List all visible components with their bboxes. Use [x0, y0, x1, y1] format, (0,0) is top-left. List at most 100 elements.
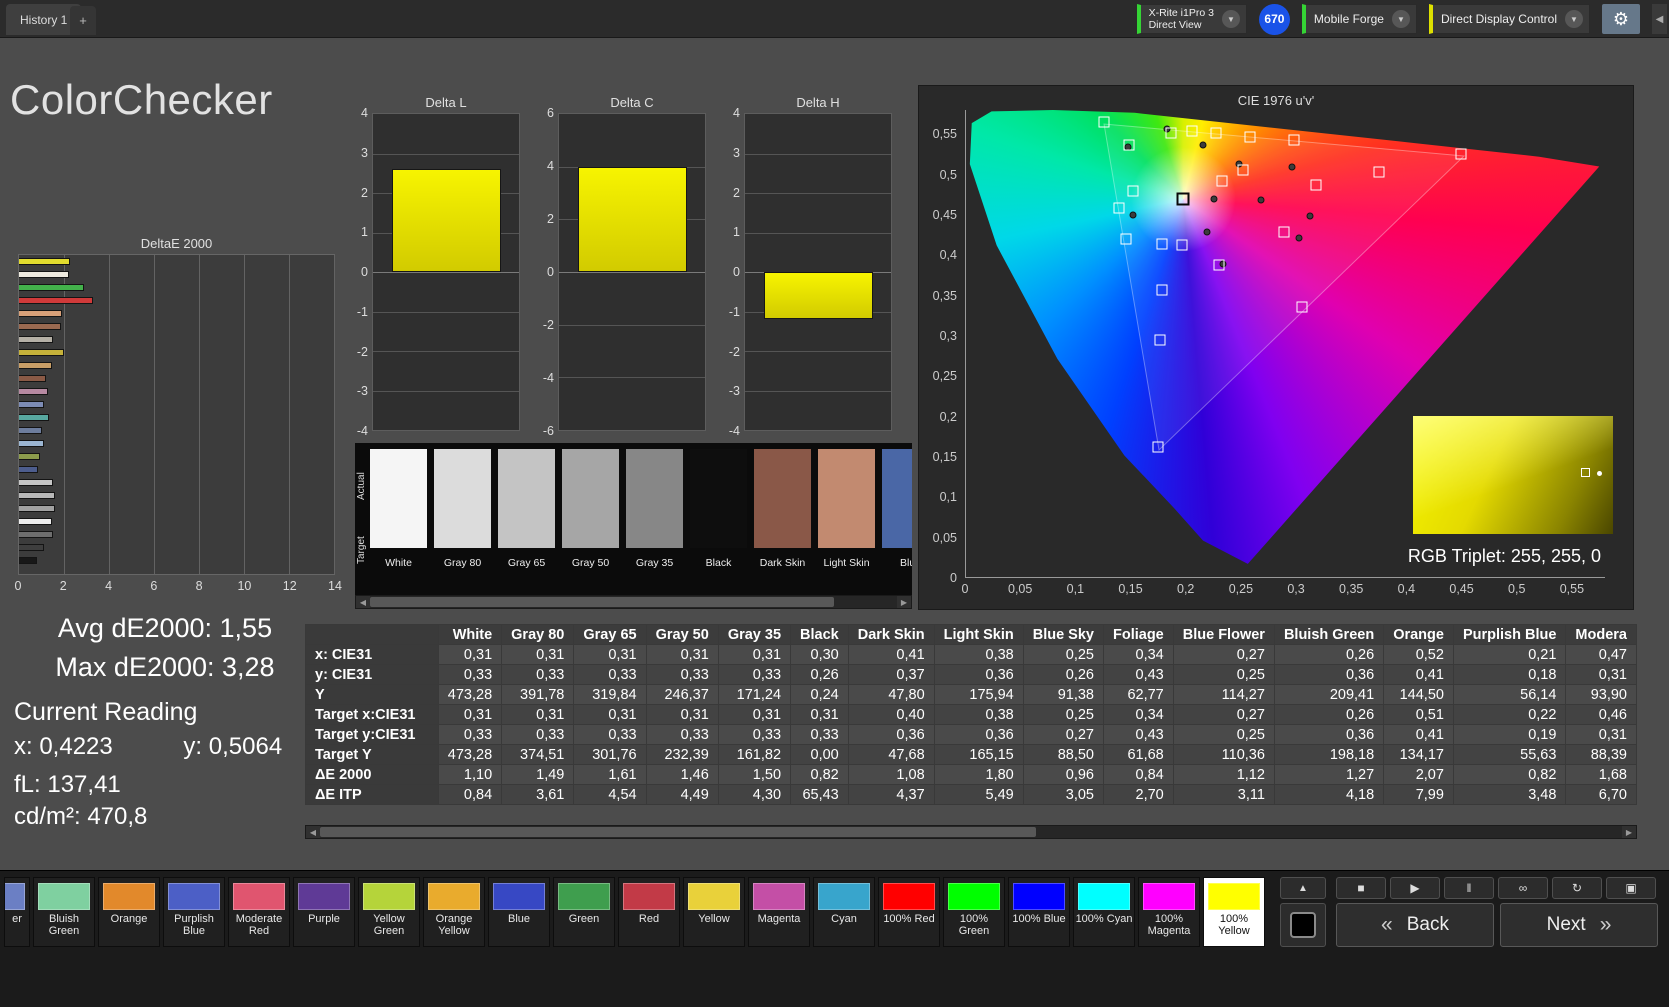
- swatch-scrollbar[interactable]: ◀ ▶: [355, 595, 912, 609]
- table-row: Target Y 473,28 374,51 301,76 232,39 161,82 0,…: [305, 744, 1637, 765]
- table-cell: 4,18: [1273, 784, 1385, 805]
- patch-blue[interactable]: Blue: [488, 877, 550, 947]
- infinity-icon[interactable]: ∞: [1498, 877, 1548, 899]
- color-swatch: Dark Skin: [754, 449, 811, 569]
- patch-orange-yellow[interactable]: Orange Yellow: [423, 877, 485, 947]
- patch-100-blue[interactable]: 100% Blue: [1008, 877, 1070, 947]
- chevron-right-icon: »: [1599, 913, 1612, 936]
- patch-100-green[interactable]: 100% Green: [943, 877, 1005, 947]
- chevron-down-icon[interactable]: ▼: [1221, 10, 1240, 28]
- patch-cyan[interactable]: Cyan: [813, 877, 875, 947]
- patch-orange[interactable]: Orange: [98, 877, 160, 947]
- app-window: History 1 + X-Rite i1Pro 3 Direct View ▼…: [0, 0, 1669, 1007]
- deltae-bar: [19, 271, 69, 278]
- table-cell: 1,68: [1565, 764, 1637, 785]
- delta-h-chart: Delta H 4 3 2 1 0 -1 -2 -3 -4: [714, 95, 894, 455]
- table-cell: 0,31: [1565, 724, 1637, 745]
- table-cell: 0,46: [1565, 704, 1637, 725]
- target-point: [1216, 175, 1228, 187]
- table-cell: 4,49: [645, 784, 719, 805]
- table-row: ΔE 2000 1,10 1,49 1,61 1,46 1,50 0,82 1,08 1,80 0…: [305, 764, 1637, 785]
- patch-100-magenta[interactable]: 100% Magenta: [1138, 877, 1200, 947]
- table-cell: 1,08: [847, 764, 935, 785]
- pause-icon[interactable]: ‖: [1444, 877, 1494, 899]
- scrollbar-thumb[interactable]: [320, 827, 1037, 837]
- patch-100-yellow[interactable]: 100% Yellow: [1203, 877, 1265, 947]
- table-cell: 0,22: [1452, 704, 1567, 725]
- gear-icon[interactable]: ⚙: [1602, 4, 1640, 34]
- table-cell: 0,31: [501, 704, 575, 725]
- add-tab-button[interactable]: +: [70, 6, 96, 35]
- target-point: [1127, 185, 1139, 197]
- scrollbar-thumb[interactable]: [370, 597, 834, 607]
- patch-100-red[interactable]: 100% Red: [878, 877, 940, 947]
- display-control-name: Direct Display Control: [1440, 12, 1557, 26]
- table-cell: 165,15: [933, 744, 1024, 765]
- next-button[interactable]: Next »: [1500, 903, 1658, 947]
- scroll-left-icon[interactable]: ◀: [306, 826, 320, 838]
- target-point: [1152, 441, 1164, 453]
- table-cell: 0,31: [573, 644, 647, 665]
- patch-bluish-green[interactable]: Bluish Green: [33, 877, 95, 947]
- display-window-button[interactable]: [1280, 903, 1326, 947]
- deltae-bar: [19, 258, 70, 265]
- patch-magenta[interactable]: Magenta: [748, 877, 810, 947]
- display-control-selector[interactable]: Direct Display Control ▼: [1428, 4, 1590, 34]
- table-cell: 0,30: [790, 644, 849, 665]
- target-point: [1113, 202, 1125, 214]
- table-cell: 93,90: [1565, 684, 1637, 705]
- table-cell: 61,68: [1102, 744, 1174, 765]
- table-cell: 0,43: [1102, 724, 1174, 745]
- deltae-bar: [19, 557, 38, 564]
- table-cell: 161,82: [717, 744, 792, 765]
- delta-bar: [763, 272, 874, 320]
- deltae-bar: [19, 414, 50, 421]
- table-cell: 0,27: [1022, 724, 1104, 745]
- table-cell: 0,21: [1452, 644, 1567, 665]
- chevron-down-icon[interactable]: ▼: [1565, 10, 1583, 28]
- table-cell: 0,31: [573, 704, 647, 725]
- table-cell: 144,50: [1383, 684, 1454, 705]
- cie-ylabels: 0 0,05 0,1 0,15 0,2 0,25 0,3 0,35 0,4 0,45 0,5 0,55: [932, 127, 957, 585]
- deltae-bar: [19, 518, 52, 525]
- patch-er[interactable]: er: [4, 877, 30, 947]
- patch-yellow-green[interactable]: Yellow Green: [358, 877, 420, 947]
- scroll-right-icon[interactable]: ▶: [1622, 826, 1636, 838]
- table-cell: 0,26: [790, 664, 849, 685]
- measured-point: [1210, 195, 1218, 203]
- back-button[interactable]: « Back: [1336, 903, 1494, 947]
- stop-icon[interactable]: ■: [1336, 877, 1386, 899]
- patch-color-inset: [1413, 416, 1613, 534]
- table-cell: 0,31: [645, 644, 719, 665]
- window-icon[interactable]: ▣: [1606, 877, 1656, 899]
- collapse-up-icon[interactable]: ▲: [1280, 877, 1326, 899]
- deltae-bar: [19, 505, 56, 512]
- scroll-left-icon[interactable]: ◀: [356, 596, 370, 608]
- deltae-bar: [19, 310, 62, 317]
- patch-moderate-red[interactable]: Moderate Red: [228, 877, 290, 947]
- meter-selector[interactable]: X-Rite i1Pro 3 Direct View ▼: [1136, 4, 1247, 34]
- table-cell: 0,25: [1172, 664, 1275, 685]
- table-cell: 374,51: [501, 744, 575, 765]
- table-cell: 1,12: [1172, 764, 1275, 785]
- table-scrollbar[interactable]: ◀ ▶: [305, 825, 1637, 839]
- play-icon[interactable]: ▶: [1390, 877, 1440, 899]
- patch-yellow[interactable]: Yellow: [683, 877, 745, 947]
- patch-purple[interactable]: Purple: [293, 877, 355, 947]
- table-cell: 473,28: [437, 744, 503, 765]
- patch-100-cyan[interactable]: 100% Cyan: [1073, 877, 1135, 947]
- patch-green[interactable]: Green: [553, 877, 615, 947]
- chevron-down-icon[interactable]: ▼: [1391, 10, 1410, 28]
- collapse-panel-icon[interactable]: ◀: [1652, 4, 1667, 34]
- table-cell: 0,26: [1022, 664, 1104, 685]
- target-point: [1210, 127, 1222, 139]
- loop-icon[interactable]: ↻: [1552, 877, 1602, 899]
- source-selector[interactable]: Mobile Forge ▼: [1301, 4, 1417, 34]
- scroll-right-icon[interactable]: ▶: [897, 596, 911, 608]
- table-cell: 246,37: [645, 684, 719, 705]
- table-cell: 175,94: [933, 684, 1024, 705]
- table-cell: 65,43: [790, 784, 849, 805]
- deltae-bar: [19, 401, 44, 408]
- patch-red[interactable]: Red: [618, 877, 680, 947]
- patch-purplish-blue[interactable]: Purplish Blue: [163, 877, 225, 947]
